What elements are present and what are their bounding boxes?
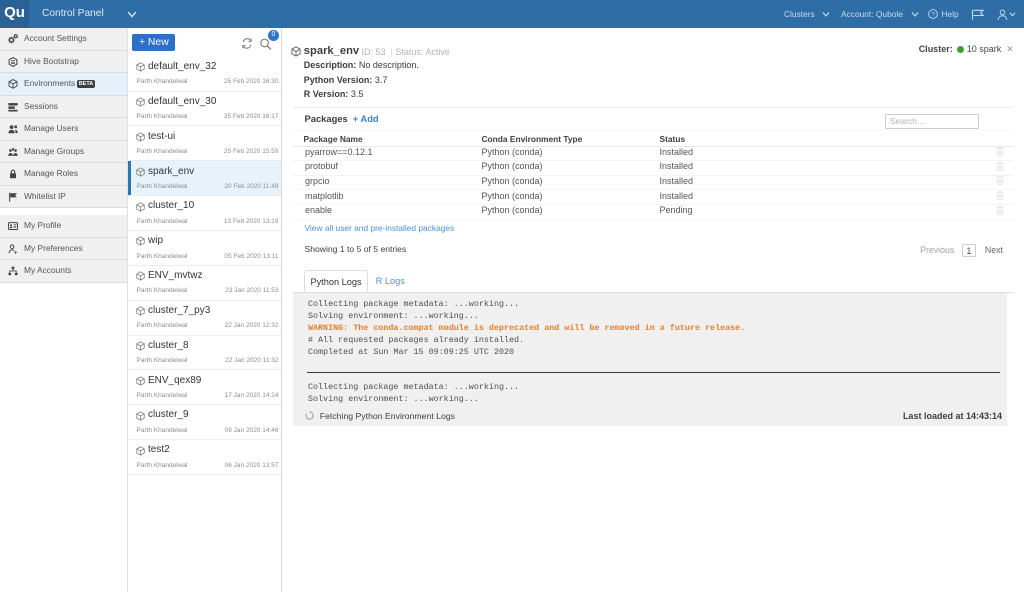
svg-text:?: ? [931, 12, 935, 19]
